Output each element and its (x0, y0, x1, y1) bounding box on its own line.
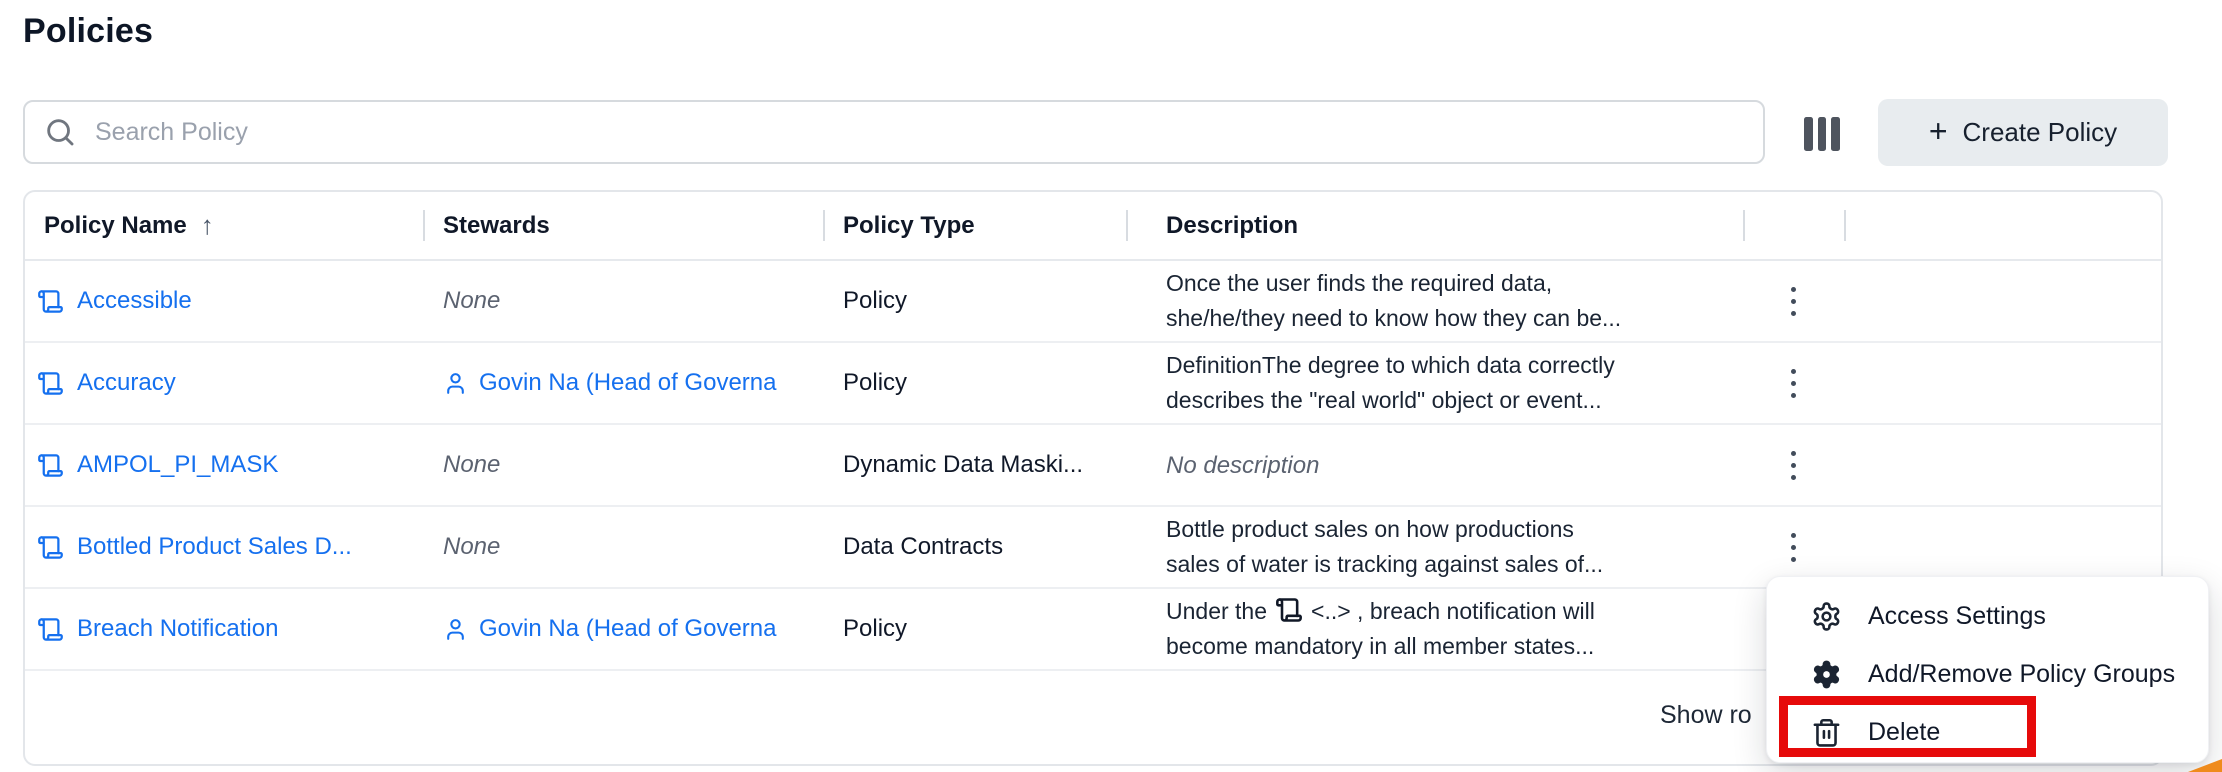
scroll-icon (37, 452, 64, 479)
table-row: Accessible None Policy Once the user fin… (25, 261, 2161, 343)
column-divider (1743, 210, 1745, 241)
policy-name-link[interactable]: AMPOL_PI_MASK (77, 451, 278, 479)
trash-icon (1811, 717, 1842, 748)
column-header-stewards[interactable]: Stewards (423, 212, 823, 240)
table-row: AMPOL_PI_MASK None Dynamic Data Maski...… (25, 425, 2161, 507)
policy-name-link[interactable]: Accessible (77, 287, 192, 315)
column-header-policy-type[interactable]: Policy Type (823, 212, 1126, 240)
gear-outline-icon (1811, 601, 1842, 632)
column-divider (1844, 210, 1846, 241)
column-divider (1126, 210, 1128, 241)
policy-description: Once the user finds the required data, s… (1126, 266, 1743, 336)
column-settings-button[interactable] (1798, 114, 1846, 154)
plus-icon: + (1929, 115, 1948, 147)
row-actions-kebab-icon[interactable] (1781, 279, 1806, 324)
policy-type: Dynamic Data Maski... (823, 451, 1126, 479)
gear-solid-icon (1811, 659, 1842, 690)
table-header-row: Policy Name ↑ Stewards Policy Type Descr… (25, 192, 2161, 261)
policy-description: DefinitionThe degree to which data corre… (1126, 348, 1743, 418)
steward-link[interactable]: Govin Na (Head of Governa (479, 369, 776, 397)
policy-type: Policy (823, 615, 1126, 643)
steward-none: None (443, 287, 500, 315)
column-view-icon (1804, 117, 1813, 151)
show-rows-label: Show ro (1660, 701, 1752, 730)
search-input[interactable] (93, 117, 1745, 148)
row-actions-kebab-icon[interactable] (1781, 361, 1806, 406)
policy-name-link[interactable]: Bottled Product Sales D... (77, 533, 352, 561)
scroll-icon (37, 370, 64, 397)
page-title: Policies (23, 12, 153, 51)
user-icon (443, 371, 468, 396)
steward-link[interactable]: Govin Na (Head of Governa (479, 615, 776, 643)
create-policy-button[interactable]: + Create Policy (1878, 99, 2168, 166)
steward-none: None (443, 533, 500, 561)
policy-type: Policy (823, 369, 1126, 397)
policy-name-link[interactable]: Breach Notification (77, 615, 278, 643)
row-actions-kebab-icon[interactable] (1781, 443, 1806, 488)
column-header-policy-name[interactable]: Policy Name ↑ (25, 210, 423, 241)
menu-item-add-remove-policy-groups[interactable]: Add/Remove Policy Groups (1767, 645, 2208, 703)
policy-name-link[interactable]: Accuracy (77, 369, 176, 397)
search-box[interactable] (23, 100, 1765, 164)
scroll-icon (1275, 596, 1303, 624)
policy-type: Data Contracts (823, 533, 1126, 561)
menu-item-access-settings[interactable]: Access Settings (1767, 587, 2208, 645)
column-header-description[interactable]: Description (1126, 212, 1743, 240)
policy-type: Policy (823, 287, 1126, 315)
row-actions-kebab-icon[interactable] (1781, 525, 1806, 570)
search-icon (43, 115, 77, 149)
column-divider (423, 210, 425, 241)
scroll-icon (37, 288, 64, 315)
user-icon (443, 617, 468, 642)
policy-description: Under the<..> , breach notification will… (1126, 594, 1743, 664)
column-divider (823, 210, 825, 241)
row-actions-context-menu: Access Settings Add/Remove Policy Groups… (1766, 576, 2209, 763)
menu-item-delete[interactable]: Delete (1767, 703, 2208, 761)
scroll-icon (37, 616, 64, 643)
scroll-icon (37, 534, 64, 561)
create-policy-label: Create Policy (1963, 117, 2118, 148)
policy-description: No description (1126, 448, 1743, 483)
table-row: Accuracy Govin Na (Head of Governa Polic… (25, 343, 2161, 425)
steward-none: None (443, 451, 500, 479)
sort-ascending-icon[interactable]: ↑ (201, 210, 214, 241)
policy-description: Bottle product sales on how productions … (1126, 512, 1743, 582)
